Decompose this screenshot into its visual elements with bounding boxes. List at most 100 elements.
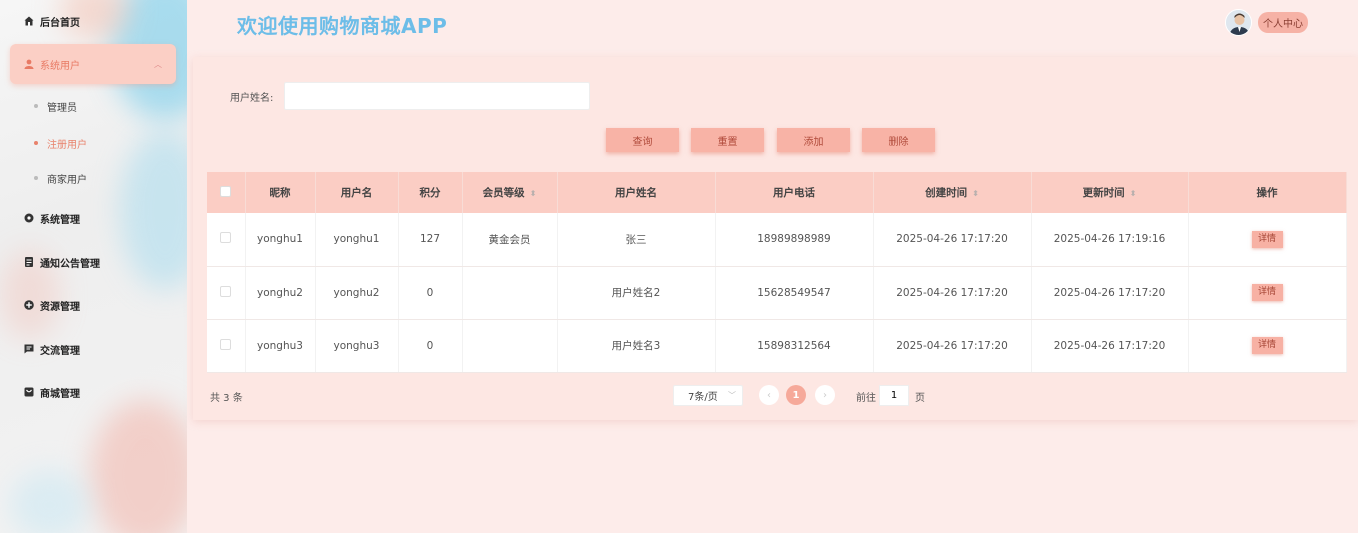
- sidebar-subitem-label: 注册用户: [47, 139, 87, 151]
- shop-icon: [24, 387, 34, 397]
- prev-page-button[interactable]: ‹: [759, 385, 779, 405]
- cell-phone: 18989898989: [715, 213, 874, 267]
- document-icon: [25, 257, 33, 267]
- bullet-icon: [34, 176, 38, 180]
- cell-updated: 2025-04-26 17:17:20: [1031, 319, 1189, 373]
- app-title: 欢迎使用购物商城APP: [237, 14, 448, 38]
- sidebar-item-label: 系统管理: [40, 214, 80, 226]
- column-header-label: 积分: [419, 187, 441, 199]
- sidebar-item-shop-management[interactable]: 商城管理: [24, 382, 80, 402]
- row-select-cell: [207, 319, 246, 373]
- cell-actions: 详情: [1188, 319, 1347, 373]
- column-header-updated[interactable]: 更新时间 ⬍: [1031, 172, 1189, 213]
- user-icon: [24, 59, 34, 69]
- column-header-username: 用户名: [315, 172, 399, 213]
- username-search-input[interactable]: [284, 82, 590, 110]
- sidebar-item-home[interactable]: 后台首页: [24, 11, 80, 31]
- chevron-down-icon: ﹀: [728, 391, 736, 400]
- cell-realname: 用户姓名3: [557, 319, 716, 373]
- cell-updated: 2025-04-26 17:17:20: [1031, 266, 1189, 320]
- add-button[interactable]: 添加: [777, 128, 850, 152]
- goto-label: 前往: [856, 393, 876, 404]
- column-header-label: 更新时间: [1082, 187, 1125, 199]
- cell-nickname: yonghu1: [245, 213, 316, 267]
- sort-icon[interactable]: ⬍: [530, 189, 537, 198]
- column-header-label: 用户姓名: [615, 187, 657, 199]
- row-checkbox[interactable]: [220, 232, 232, 244]
- sidebar-item-system-management[interactable]: 系统管理: [24, 208, 80, 228]
- search-label: 用户姓名:: [230, 93, 274, 104]
- sidebar-item-notice-management[interactable]: 通知公告管理: [24, 252, 100, 272]
- sidebar-item-communication-management[interactable]: 交流管理: [24, 339, 80, 359]
- column-header-level[interactable]: 会员等级 ⬍: [462, 172, 558, 213]
- sidebar-subitem-merchant-users[interactable]: 商家用户: [34, 168, 87, 188]
- cell-points: 127: [398, 213, 463, 267]
- table-row: yonghu1 yonghu1 127 黄金会员 张三 18989898989 …: [207, 213, 1347, 267]
- table-row: yonghu3 yonghu3 0 用户姓名3 15898312564 2025…: [207, 319, 1347, 373]
- column-header-realname: 用户姓名: [557, 172, 716, 213]
- gear-icon: [24, 213, 34, 223]
- cell-realname: 张三: [557, 213, 716, 267]
- detail-button[interactable]: 详情: [1251, 337, 1283, 354]
- plus-circle-icon: [24, 300, 34, 310]
- sort-icon[interactable]: ⬍: [972, 189, 979, 198]
- sidebar-item-label: 后台首页: [40, 17, 80, 29]
- page-size-select[interactable]: 7条/页 ﹀: [673, 385, 743, 406]
- bullet-icon: [34, 104, 38, 108]
- cell-username: yonghu2: [315, 266, 399, 320]
- table-header-row: 昵称 用户名 积分 会员等级 ⬍ 用户姓名 用户电话 创建时间 ⬍ 更新时间 ⬍ 操作: [207, 172, 1347, 213]
- sidebar-item-label: 交流管理: [40, 345, 80, 357]
- profile-button[interactable]: 个人中心: [1258, 12, 1308, 33]
- column-header-phone: 用户电话: [715, 172, 874, 213]
- select-all-checkbox[interactable]: [220, 185, 232, 197]
- row-select-cell: [207, 213, 246, 267]
- row-checkbox[interactable]: [220, 285, 232, 297]
- column-header-label: 用户电话: [773, 187, 815, 199]
- chevron-left-icon: ‹: [767, 389, 771, 401]
- detail-button[interactable]: 详情: [1251, 284, 1283, 301]
- cell-points: 0: [398, 319, 463, 373]
- cell-actions: 详情: [1188, 213, 1347, 267]
- cell-level: [462, 266, 558, 320]
- cell-phone: 15898312564: [715, 319, 874, 373]
- cell-level: 黄金会员: [462, 213, 558, 267]
- column-header-nickname: 昵称: [245, 172, 316, 213]
- column-header-label: 操作: [1256, 187, 1278, 199]
- cell-phone: 15628549547: [715, 266, 874, 320]
- column-header-label: 昵称: [269, 187, 291, 199]
- column-header-label: 会员等级: [482, 187, 525, 199]
- total-count: 共 3 条: [210, 393, 243, 404]
- row-checkbox[interactable]: [220, 338, 232, 350]
- row-select-cell: [207, 266, 246, 320]
- detail-button[interactable]: 详情: [1251, 230, 1283, 248]
- current-page[interactable]: 1: [786, 385, 806, 405]
- query-button[interactable]: 查询: [606, 128, 679, 152]
- cell-username: yonghu1: [315, 213, 399, 267]
- goto-page-input[interactable]: [879, 385, 909, 406]
- sidebar-subitem-registered-users[interactable]: 注册用户: [34, 133, 87, 153]
- sidebar-item-label: 商城管理: [40, 388, 80, 400]
- sidebar-subitem-admin[interactable]: 管理员: [34, 96, 77, 116]
- cell-level: [462, 319, 558, 373]
- avatar[interactable]: [1225, 9, 1252, 36]
- sidebar-item-resource-management[interactable]: 资源管理: [24, 295, 80, 315]
- chat-icon: [24, 344, 34, 354]
- sort-icon[interactable]: ⬍: [1130, 189, 1137, 198]
- column-header-label: 用户名: [340, 187, 373, 199]
- sidebar-item-label: 系统用户: [40, 60, 80, 72]
- column-header-created[interactable]: 创建时间 ⬍: [873, 172, 1032, 213]
- bullet-icon: [34, 141, 38, 145]
- chevron-up-icon: ︿: [154, 59, 162, 69]
- sidebar-item-label: 资源管理: [40, 301, 80, 313]
- delete-button[interactable]: 删除: [862, 128, 935, 152]
- next-page-button[interactable]: ›: [815, 385, 835, 405]
- cell-actions: 详情: [1188, 266, 1347, 320]
- column-header-actions: 操作: [1188, 172, 1347, 213]
- column-header-label: 创建时间: [925, 187, 968, 199]
- sidebar-item-system-users[interactable]: 系统用户 ︿: [10, 44, 176, 84]
- cell-nickname: yonghu2: [245, 266, 316, 320]
- reset-button[interactable]: 重置: [691, 128, 764, 152]
- column-header-points: 积分: [398, 172, 463, 213]
- home-icon: [24, 16, 34, 26]
- sidebar: 后台首页 系统用户 ︿ 管理员 注册用户 商家用户 系统管理 通知公告管理 资源…: [0, 0, 187, 533]
